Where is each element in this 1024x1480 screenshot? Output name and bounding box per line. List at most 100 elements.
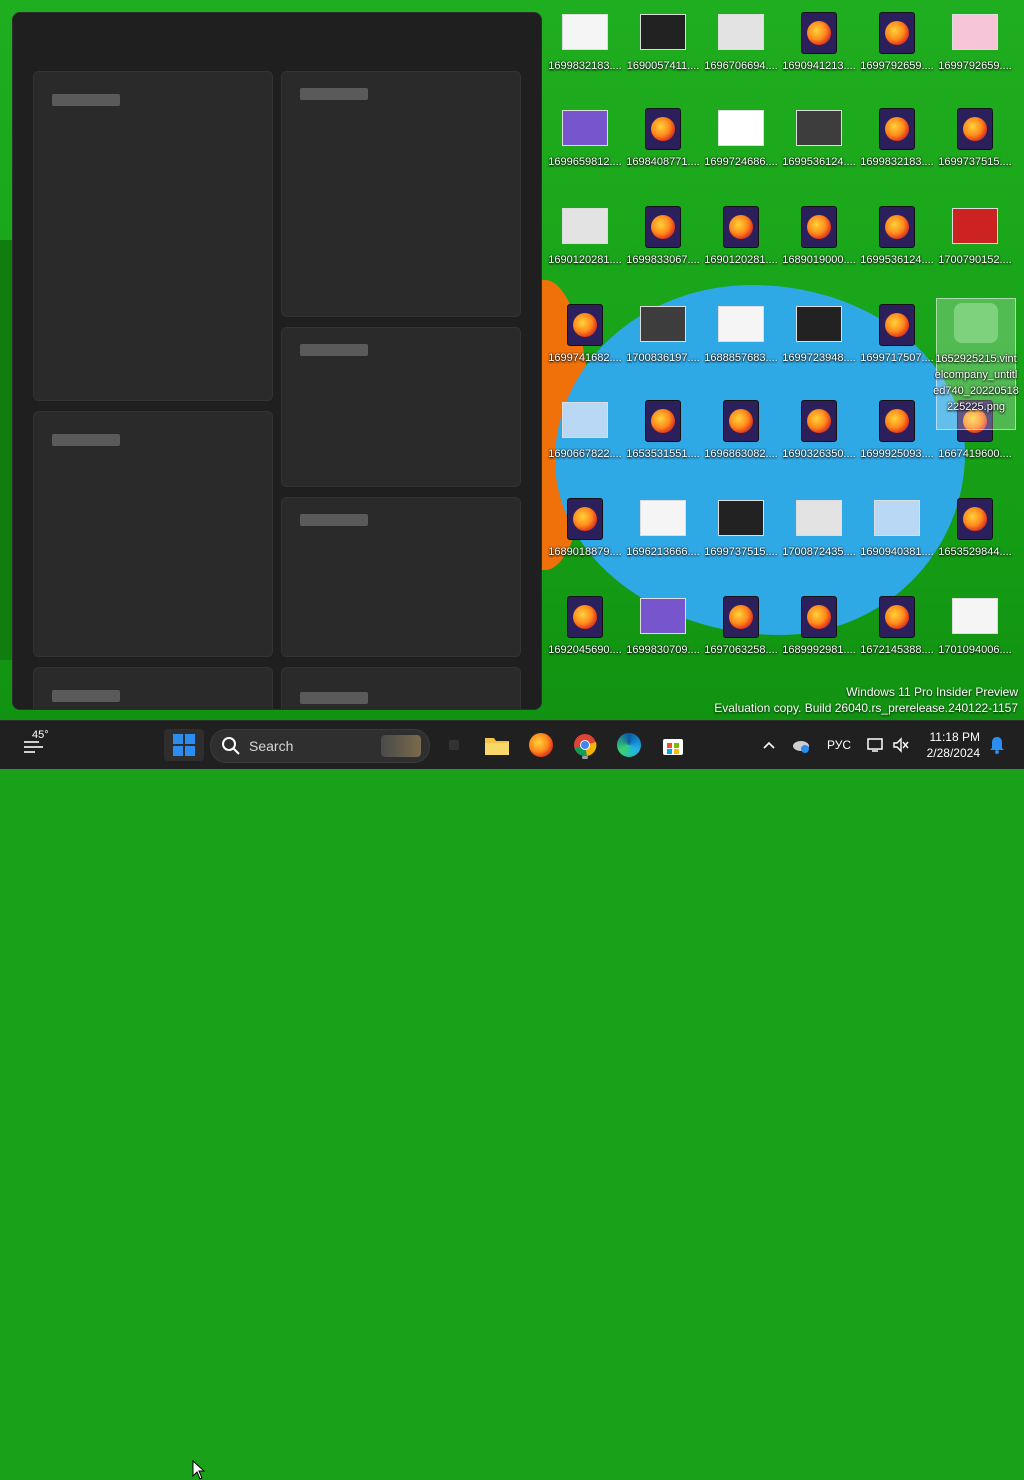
desktop-icon[interactable]: 1699830709.... — [624, 592, 702, 688]
desktop-icon-label: 1699830709.... — [626, 644, 700, 656]
store-taskbar-icon[interactable] — [656, 729, 690, 761]
task-view-icon[interactable] — [444, 729, 464, 761]
widget-title-placeholder — [300, 514, 368, 526]
firefox-icon — [879, 206, 915, 248]
widget-title-placeholder — [52, 94, 120, 106]
desktop-icon[interactable]: 1699536124.... — [780, 104, 858, 200]
notifications-button[interactable] — [986, 729, 1008, 761]
network-tray-icon[interactable] — [864, 729, 886, 761]
desktop-icon[interactable]: 1699659812.... — [546, 104, 624, 200]
desktop-icon-selected[interactable]: 1652925215.vintelcompany_untitled740_202… — [933, 298, 1019, 430]
desktop-icon[interactable]: 1699925093.... — [858, 396, 936, 492]
desktop-icon[interactable]: 1692045690.... — [546, 592, 624, 688]
desktop-icon[interactable]: 1688857683.... — [702, 300, 780, 396]
image-file-icon — [640, 306, 686, 342]
image-file-icon — [796, 306, 842, 342]
desktop-icon-label: 1696706694.... — [704, 60, 778, 72]
chrome-taskbar-icon[interactable] — [568, 729, 602, 761]
widget-card[interactable] — [281, 497, 521, 657]
widget-card[interactable] — [281, 71, 521, 317]
desktop-icon-label: 1690120281.... — [548, 254, 622, 266]
image-thumbnail — [718, 500, 764, 546]
desktop-icon[interactable]: 1690120281.... — [546, 202, 624, 298]
search-placeholder: Search — [249, 738, 294, 754]
firefox-document-icon — [874, 400, 920, 446]
desktop-icon[interactable]: 1699832183.... — [858, 104, 936, 200]
desktop-icon[interactable]: 1698408771.... — [624, 104, 702, 200]
desktop-icon-label: 1699536124.... — [860, 254, 934, 266]
desktop-icon[interactable]: 1700836197.... — [624, 300, 702, 396]
firefox-document-icon — [796, 12, 842, 58]
desktop-icon[interactable]: 1699737515.... — [936, 104, 1014, 200]
firefox-document-icon — [874, 12, 920, 58]
desktop-icon-label: 1690057411.... — [626, 60, 700, 72]
desktop-icon[interactable]: 1689019000.... — [780, 202, 858, 298]
image-file-icon — [718, 500, 764, 536]
desktop-icon[interactable]: 1701094006.... — [936, 592, 1014, 688]
desktop-icon[interactable]: 1690057411.... — [624, 8, 702, 104]
taskbar-clock[interactable]: 11:18 PM 2/28/2024 — [927, 729, 980, 761]
language-indicator[interactable]: РУС — [822, 729, 856, 761]
desktop-icon[interactable]: 1690326350.... — [780, 396, 858, 492]
image-file-icon — [640, 500, 686, 536]
desktop-icon[interactable]: 1699741682.... — [546, 300, 624, 396]
widget-card[interactable] — [281, 327, 521, 487]
desktop-icon[interactable]: 1699536124.... — [858, 202, 936, 298]
desktop-icon[interactable]: 1653531551.... — [624, 396, 702, 492]
desktop-icon[interactable]: 1699792659.... — [936, 8, 1014, 104]
desktop-icon[interactable]: 1689992981.... — [780, 592, 858, 688]
desktop-icon[interactable]: 1696863082.... — [702, 396, 780, 492]
weather-temp: 45° — [32, 729, 49, 741]
volume-tray-icon[interactable] — [890, 729, 912, 761]
desktop-icon-label: 1696213666.... — [626, 546, 700, 558]
desktop-icon[interactable]: 1699832183.... — [546, 8, 624, 104]
desktop-icon[interactable]: 1672145388.... — [858, 592, 936, 688]
desktop-icon[interactable]: 1697063258.... — [702, 592, 780, 688]
network-icon — [867, 738, 883, 752]
file-explorer-icon[interactable] — [480, 729, 514, 761]
desktop-icon[interactable]: 1699833067.... — [624, 202, 702, 298]
desktop-icon[interactable]: 1690667822.... — [546, 396, 624, 492]
image-file-icon — [718, 110, 764, 146]
desktop-icon-label: 1699723948.... — [782, 352, 856, 364]
firefox-icon — [529, 733, 553, 757]
desktop-icon[interactable]: 1699737515.... — [702, 494, 780, 590]
image-thumbnail — [952, 598, 998, 644]
edge-taskbar-icon[interactable] — [612, 729, 646, 761]
firefox-icon — [567, 304, 603, 346]
image-file-icon — [796, 110, 842, 146]
desktop-icon[interactable]: 1696213666.... — [624, 494, 702, 590]
defender-tray-icon[interactable] — [790, 729, 812, 761]
widget-card[interactable] — [33, 71, 273, 401]
desktop-icon[interactable]: 1690120281.... — [702, 202, 780, 298]
desktop-icon[interactable]: 1700872435.... — [780, 494, 858, 590]
firefox-icon — [957, 498, 993, 540]
image-file-icon — [718, 14, 764, 50]
widget-title-placeholder — [300, 692, 368, 704]
desktop-icon-label: 1699792659.... — [860, 60, 934, 72]
image-thumbnail — [718, 14, 764, 60]
firefox-taskbar-icon[interactable] — [524, 729, 558, 761]
weather-widget[interactable]: 45° — [16, 729, 56, 761]
desktop-icon[interactable]: 1690940381.... — [858, 494, 936, 590]
desktop-icon[interactable]: 1699723948.... — [780, 300, 858, 396]
image-file-icon — [562, 208, 608, 244]
desktop-icon[interactable]: 1699717507.... — [858, 300, 936, 396]
desktop-icon[interactable]: 1699792659.... — [858, 8, 936, 104]
image-file-icon — [640, 598, 686, 634]
desktop-icon[interactable]: 1699724686.... — [702, 104, 780, 200]
desktop-icon[interactable]: 1696706694.... — [702, 8, 780, 104]
start-button[interactable] — [164, 729, 204, 761]
show-hidden-icons-button[interactable] — [758, 729, 780, 761]
desktop-icon-label: 1701094006.... — [938, 644, 1012, 656]
desktop-icon[interactable]: 1653529844.... — [936, 494, 1014, 590]
desktop-icon[interactable]: 1690941213.... — [780, 8, 858, 104]
taskbar-search-box[interactable]: Search — [210, 729, 430, 763]
widget-card[interactable] — [33, 411, 273, 657]
firefox-icon — [879, 400, 915, 442]
firefox-icon — [801, 596, 837, 638]
desktop-icon[interactable]: 1700790152.... — [936, 202, 1014, 298]
widget-card[interactable] — [33, 667, 273, 709]
desktop-icon[interactable]: 1689018879.... — [546, 494, 624, 590]
widget-card[interactable] — [281, 667, 521, 709]
